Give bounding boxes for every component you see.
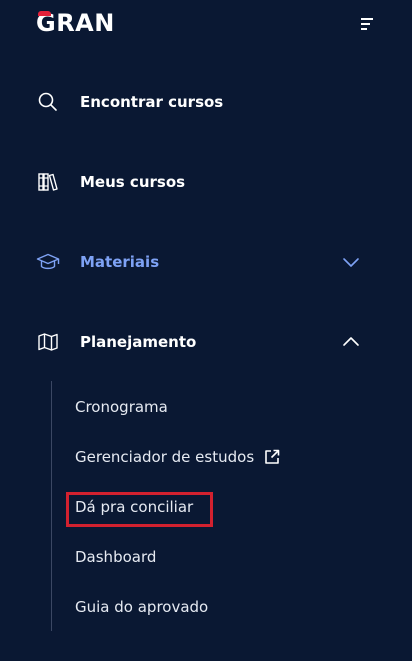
nav-item-planejamento[interactable]: Planejamento (36, 327, 376, 357)
nav-item-materiais[interactable]: Materiais (36, 247, 376, 277)
nav-label: Meus cursos (80, 173, 186, 191)
books-icon (36, 170, 60, 194)
submenu-item-gerenciador-de-estudos[interactable]: Gerenciador de estudos (75, 445, 281, 469)
submenu-label: Dashboard (75, 548, 157, 566)
nav-item-meus-cursos[interactable]: Meus cursos (36, 167, 376, 197)
submenu-label: Cronograma (75, 398, 168, 416)
chevron-down-icon[interactable] (342, 254, 360, 270)
external-link-icon (263, 448, 281, 466)
search-icon (36, 90, 60, 114)
nav-item-encontrar-cursos[interactable]: Encontrar cursos (36, 87, 376, 117)
gran-logo[interactable]: GRAN (36, 11, 115, 35)
nav-label: Encontrar cursos (80, 93, 224, 111)
logo-text: GRAN (36, 9, 115, 37)
map-icon (36, 330, 60, 354)
submenu-label: Dá pra conciliar (75, 498, 194, 516)
graduation-cap-icon (36, 250, 60, 274)
submenu-item-guia-do-aprovado[interactable]: Guia do aprovado (75, 595, 208, 619)
submenu-item-dashboard[interactable]: Dashboard (75, 545, 156, 569)
submenu-label: Guia do aprovado (75, 598, 209, 616)
chevron-up-icon[interactable] (342, 334, 360, 350)
menu-icon[interactable] (359, 16, 377, 32)
submenu-item-cronograma[interactable]: Cronograma (75, 395, 168, 419)
nav-label: Planejamento (80, 333, 197, 351)
submenu-item-da-pra-conciliar[interactable]: Dá pra conciliar (75, 495, 193, 519)
nav-label: Materiais (80, 253, 160, 271)
submenu-divider (51, 381, 52, 631)
submenu-label: Gerenciador de estudos (75, 448, 255, 466)
